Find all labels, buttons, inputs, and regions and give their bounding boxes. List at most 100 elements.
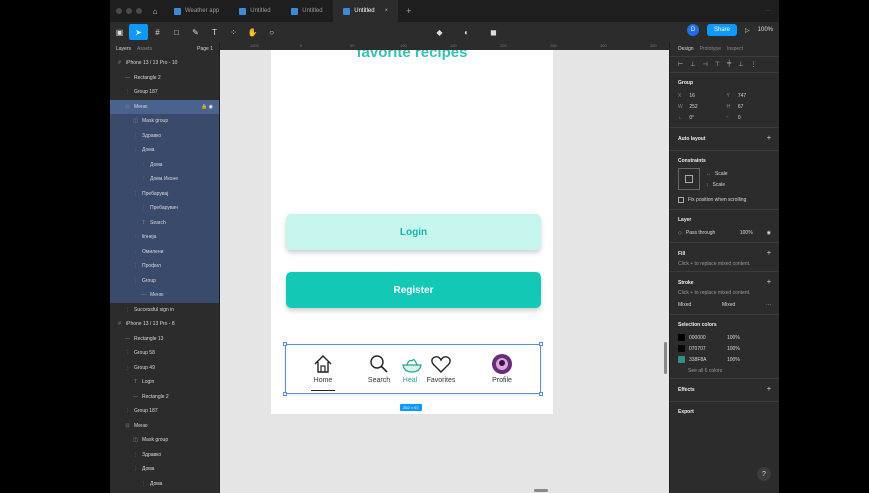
share-button[interactable]: Share xyxy=(707,24,738,36)
tab-design[interactable]: Design xyxy=(678,46,694,52)
width-field[interactable]: 252 xyxy=(689,104,722,110)
canvas[interactable]: 1200 0 50 100 150 200 250 300 350 favorite recip… xyxy=(220,42,669,493)
layer-row[interactable]: T Search xyxy=(110,215,219,230)
layer-row[interactable]: — Rectangle 2 xyxy=(110,390,219,405)
height-field[interactable]: 67 xyxy=(738,104,771,110)
help-icon[interactable]: ? xyxy=(757,467,771,481)
eye-icon[interactable]: ◉ xyxy=(767,230,771,236)
home-icon[interactable]: ⌂ xyxy=(146,7,164,16)
tab-inspect[interactable]: Inspect xyxy=(727,46,743,52)
layer-row[interactable]: ⋮ Group xyxy=(110,273,219,288)
stroke-position-select[interactable]: Mixed xyxy=(722,302,735,308)
layer-row[interactable]: # iPhone 13 / 13 Pro - 10 xyxy=(110,56,219,71)
nav-home[interactable]: Home xyxy=(301,353,345,384)
align-center-icon[interactable]: ⊥ xyxy=(690,61,695,68)
more-icon[interactable]: ··· xyxy=(765,8,779,14)
horizontal-scrollbar[interactable] xyxy=(534,489,548,492)
color-hex[interactable]: 070707 xyxy=(689,346,723,352)
nav-search[interactable]: Search xyxy=(357,353,401,384)
align-top-icon[interactable]: ⊤ xyxy=(715,61,720,68)
register-button[interactable]: Register xyxy=(286,272,541,308)
color-hex[interactable]: 338F8A xyxy=(689,357,723,363)
layer-row[interactable]: ⋮ Group 187 xyxy=(110,85,219,100)
shape-tool-icon[interactable]: □ xyxy=(167,24,186,40)
resize-handle[interactable] xyxy=(539,392,543,396)
pen-tool-icon[interactable]: ✎ xyxy=(186,24,205,40)
distribute-icon[interactable]: ⋮ xyxy=(750,61,756,68)
horizontal-constraint[interactable]: Scale xyxy=(715,171,728,177)
layer-row[interactable]: ◫ Mask group xyxy=(110,433,219,448)
mask-icon[interactable]: ◐ xyxy=(457,24,476,40)
layer-row[interactable]: ⋮ Дома xyxy=(110,143,219,158)
tab-prototype[interactable]: Prototype xyxy=(700,46,721,52)
close-icon[interactable]: × xyxy=(385,8,389,14)
frame-tool-icon[interactable]: # xyxy=(148,24,167,40)
lock-visibility-icon[interactable]: 🔒 ◉ xyxy=(201,104,213,110)
blend-mode-select[interactable]: Pass through xyxy=(686,230,736,236)
bottom-nav-bar[interactable]: Home Search Heal Favorites Profile xyxy=(283,342,543,396)
align-left-icon[interactable]: ⊢ xyxy=(678,61,683,68)
color-swatch[interactable] xyxy=(678,345,685,352)
hand-tool-icon[interactable]: ✋ xyxy=(243,24,262,40)
stroke-more-icon[interactable]: ··· xyxy=(766,302,771,308)
layer-row[interactable]: ⋮ Group 49 xyxy=(110,361,219,376)
layer-row[interactable]: — Rectangle 13 xyxy=(110,332,219,347)
layer-row[interactable]: T Login xyxy=(110,375,219,390)
layer-row[interactable]: ⋮ linнеја xyxy=(110,230,219,245)
selection-color-row[interactable]: 338F8A 100% xyxy=(678,354,771,365)
layer-row[interactable]: — Меню xyxy=(110,288,219,303)
layer-row[interactable]: ⋮ Здравко xyxy=(110,128,219,143)
stroke-weight-field[interactable]: Mixed xyxy=(678,302,718,308)
nav-profile[interactable]: Profile xyxy=(480,353,524,384)
layer-row[interactable]: ⋮ Профил xyxy=(110,259,219,274)
layers-tab[interactable]: Layers xyxy=(116,46,131,52)
layer-row[interactable]: ◫ Mask group xyxy=(110,114,219,129)
color-hex[interactable]: 000000 xyxy=(689,335,723,341)
layer-row[interactable]: ⊡ Меню xyxy=(110,419,219,434)
color-swatch[interactable] xyxy=(678,356,685,363)
layer-row[interactable]: ⊡ Меню 🔒 ◉ xyxy=(110,99,219,114)
fix-position-checkbox[interactable] xyxy=(678,196,684,203)
new-tab-icon[interactable]: + xyxy=(398,6,419,16)
main-menu-icon[interactable]: ▣ xyxy=(110,24,129,40)
components-icon[interactable]: ⁘ xyxy=(224,24,243,40)
resize-handle[interactable] xyxy=(283,392,287,396)
layer-row[interactable]: ⋮ Successful sign in xyxy=(110,303,219,318)
layer-row[interactable]: ⋮ Дома Иконе xyxy=(110,172,219,187)
present-icon[interactable]: ▷ xyxy=(745,27,750,34)
tab-untitled-1[interactable]: Untitled xyxy=(229,0,281,22)
window-controls[interactable] xyxy=(110,8,146,14)
assets-tab[interactable]: Assets xyxy=(137,46,152,52)
add-stroke-icon[interactable]: + xyxy=(767,279,771,286)
radius-field[interactable]: 0 xyxy=(738,115,771,121)
page-selector[interactable]: Page 1 xyxy=(197,46,213,52)
layer-row[interactable]: ⋮ Здравко xyxy=(110,448,219,463)
text-tool-icon[interactable]: T xyxy=(205,24,224,40)
selection-color-row[interactable]: 000000 100% xyxy=(678,332,771,343)
move-tool-icon[interactable]: ➤ xyxy=(129,24,148,40)
layer-row[interactable]: ⋮ Group 58 xyxy=(110,346,219,361)
nav-healthy[interactable]: Heal xyxy=(401,353,422,384)
constraint-widget[interactable] xyxy=(678,168,700,190)
color-swatch[interactable] xyxy=(678,334,685,341)
layer-row[interactable]: ⋮ Пребарувач xyxy=(110,201,219,216)
align-right-icon[interactable]: ⊣ xyxy=(702,61,707,68)
color-opacity[interactable]: 100% xyxy=(727,357,740,363)
add-auto-layout-icon[interactable]: + xyxy=(767,135,771,142)
selection-color-row[interactable]: 070707 100% xyxy=(678,343,771,354)
resize-handle[interactable] xyxy=(539,342,543,346)
tab-untitled-2[interactable]: Untitled xyxy=(281,0,333,22)
layer-row[interactable]: ⋮ Дома xyxy=(110,157,219,172)
layer-row[interactable]: # iPhone 13 / 13 Pro - 8 xyxy=(110,317,219,332)
x-field[interactable]: 16 xyxy=(689,93,722,99)
layer-row[interactable]: ⋮ Group 187 xyxy=(110,404,219,419)
vertical-scrollbar[interactable] xyxy=(664,342,667,374)
zoom-level[interactable]: 100% xyxy=(758,27,773,33)
layer-row[interactable]: ⋮ Пребарувај xyxy=(110,186,219,201)
phone-frame[interactable]: favorite recipes Login Register Home Sea… xyxy=(271,50,553,414)
color-opacity[interactable]: 100% xyxy=(727,335,740,341)
resize-handle[interactable] xyxy=(283,342,287,346)
layer-row[interactable]: ⋮ Дома xyxy=(110,462,219,477)
tab-untitled-active[interactable]: Untitled × xyxy=(333,0,399,22)
rotation-field[interactable]: 0° xyxy=(689,115,722,121)
